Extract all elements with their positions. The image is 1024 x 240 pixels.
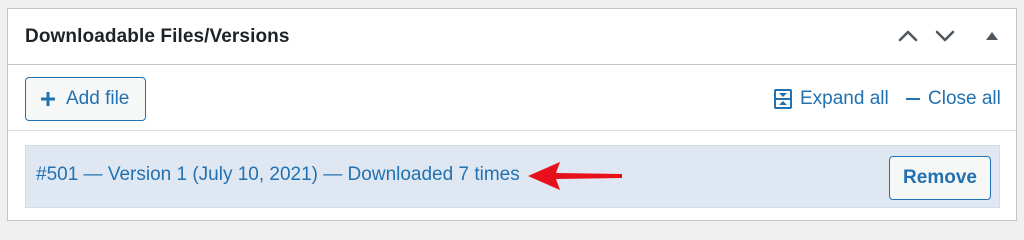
close-all-label: Close all [928,88,1001,109]
close-all-link[interactable]: Close all [906,88,1001,110]
file-version-row: #501 — Version 1 (July 10, 2021) — Downl… [25,145,1000,208]
downloadable-files-panel: Downloadable Files/Versions Add file Exp… [7,8,1017,221]
add-file-button[interactable]: Add file [25,77,146,121]
plus-icon [41,92,55,106]
expand-all-link[interactable]: Expand all [774,88,889,110]
annotation-arrow [528,162,622,190]
chevron-down-icon [935,30,955,42]
add-file-label: Add file [66,88,130,109]
remove-button[interactable]: Remove [889,156,991,200]
expand-all-label: Expand all [800,88,889,109]
triangle-up-icon [986,32,998,40]
expand-icon [774,89,792,109]
move-up-button[interactable] [895,23,921,49]
minus-icon [906,97,920,101]
files-toolbar: Add file Expand all Close all [8,66,1016,131]
panel-header: Downloadable Files/Versions [8,9,1016,65]
file-version-link[interactable]: #501 — Version 1 (July 10, 2021) — Downl… [36,164,520,186]
toggle-panel-button[interactable] [979,23,1005,49]
chevron-up-icon [898,30,918,42]
panel-title: Downloadable Files/Versions [25,26,290,47]
move-down-button[interactable] [932,23,958,49]
